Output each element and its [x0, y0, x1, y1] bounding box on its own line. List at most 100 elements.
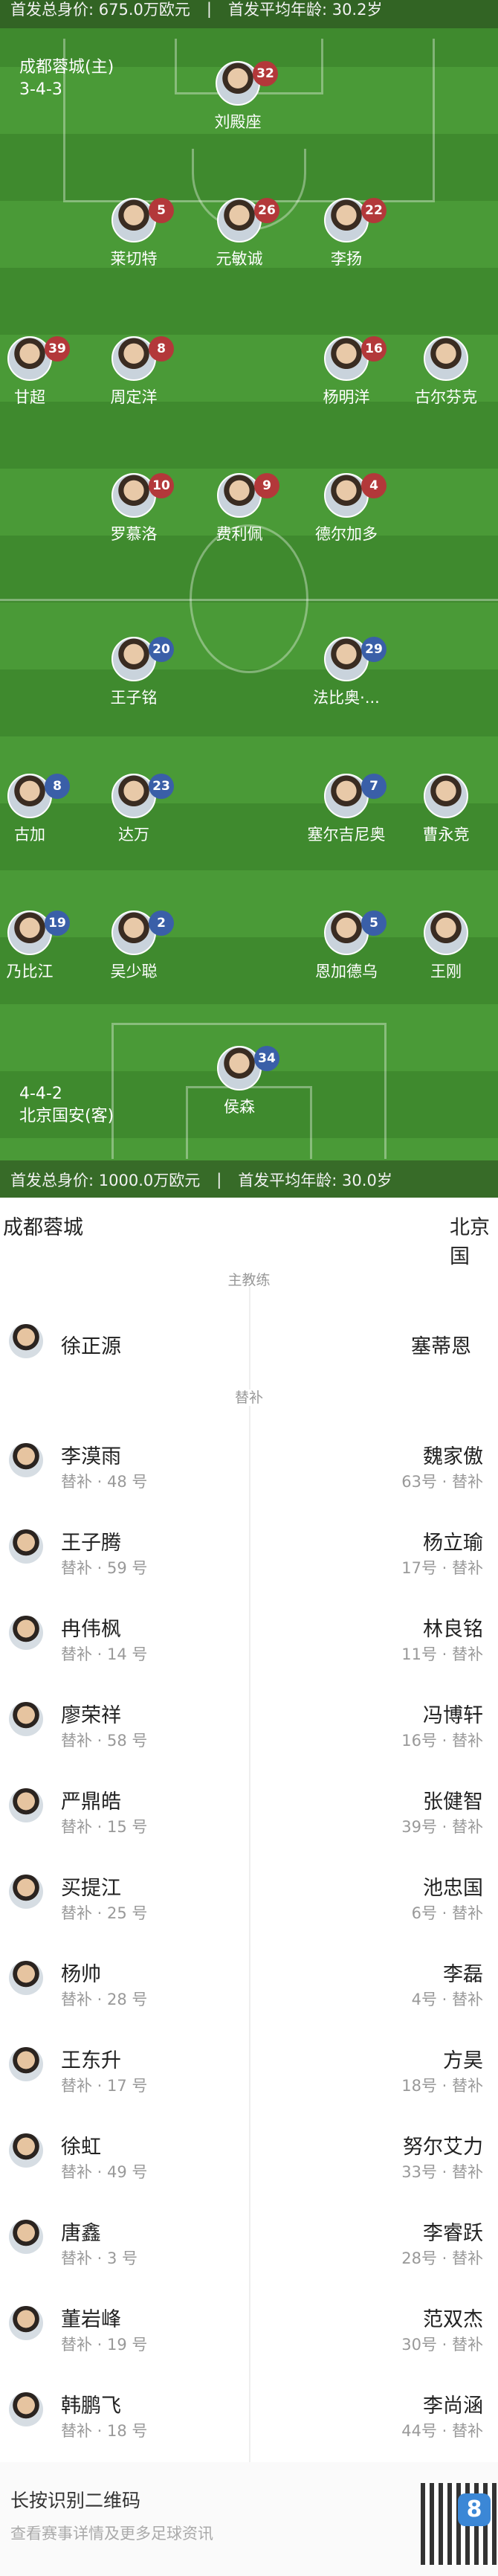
- away-sub-row[interactable]: 冯博轩 16号 · 替补: [249, 1695, 498, 1781]
- avatar: [9, 1324, 43, 1358]
- app-badge-icon: 8: [458, 2493, 491, 2526]
- shirt-number-badge: 20: [149, 637, 174, 662]
- sub-name: 杨立瑜: [423, 1532, 483, 1555]
- sub-info: 替补 · 48 号: [61, 1473, 148, 1491]
- away-team-tag: 4-4-2 北京国安(客): [19, 1083, 114, 1128]
- away-sub-row[interactable]: 李睿跃 28号 · 替补: [249, 2212, 498, 2299]
- sub-name: 方昊: [443, 2049, 483, 2072]
- home-sub-row[interactable]: 王东升替补 · 17 号: [0, 2040, 249, 2126]
- player-name: 莱切特: [110, 250, 158, 268]
- home-sub-row[interactable]: 严鼎皓 替补 · 15 号: [0, 1781, 249, 1867]
- avatar: [9, 1702, 43, 1736]
- sub-name: 李睿跃: [423, 2222, 483, 2245]
- subs-divider: 替补: [0, 1387, 498, 1407]
- player-name: 刘殿座: [214, 113, 262, 131]
- player-name: 法比奥·...: [313, 689, 380, 707]
- avatar: [424, 910, 468, 955]
- away-total-value: 首发总身价: 1000.0万欧元: [10, 1172, 201, 1189]
- sub-info: 替补 · 17 号: [61, 2077, 148, 2095]
- home-sub-row[interactable]: 唐鑫替补 · 3 号: [0, 2212, 249, 2299]
- player-name: 德尔加多: [315, 525, 378, 543]
- sub-info: 17号 · 替补: [401, 1559, 483, 1577]
- avatar: [9, 2133, 43, 2168]
- sub-info: 替补 · 49 号: [61, 2163, 148, 2181]
- home-total-value: 首发总身价: 675.0万欧元: [10, 1, 190, 19]
- away-sub-row[interactable]: 范双杰 30号 · 替补: [249, 2299, 498, 2385]
- sub-info: 替补 · 14 号: [61, 1645, 148, 1663]
- avatar: [9, 1529, 43, 1564]
- shirt-number-badge: 26: [254, 198, 279, 223]
- footer: 长按识别二维码 查看赛事详情及更多足球资讯 8: [0, 2462, 498, 2576]
- player-name: 周定洋: [110, 388, 158, 406]
- sub-name: 池忠国: [423, 1877, 483, 1900]
- sub-info: 替补 · 25 号: [61, 1904, 148, 1922]
- sub-info: 11号 · 替补: [401, 1645, 483, 1663]
- sub-info: 替补 · 15 号: [61, 1818, 148, 1836]
- shirt-number-badge: 23: [149, 774, 174, 799]
- away-sub-row[interactable]: 张健智 39号 · 替补: [249, 1781, 498, 1867]
- sub-info: 替补 · 3 号: [61, 2249, 138, 2267]
- sub-name: 李尚涵: [423, 2394, 483, 2418]
- player-name: 吴少聪: [110, 963, 158, 980]
- separator: |: [206, 0, 212, 18]
- avatar: [9, 2392, 43, 2426]
- shirt-number-badge: 19: [45, 910, 70, 936]
- home-sub-row[interactable]: 王子腾 替补 · 59 号: [0, 1522, 249, 1608]
- player-name: 达万: [118, 826, 149, 844]
- player-name: 王刚: [430, 963, 462, 980]
- sub-name: 买提江: [61, 1877, 121, 1900]
- sub-info: 39号 · 替补: [401, 1818, 483, 1836]
- shirt-number-badge: 8: [149, 336, 174, 362]
- home-sub-row[interactable]: 董岩峰 替补 · 19 号: [0, 2299, 249, 2385]
- center-circle: [190, 524, 308, 673]
- away-team-heading: 北京国: [450, 1216, 490, 1268]
- sub-name: 林良铭: [423, 1618, 483, 1641]
- sub-info: 替补 · 28 号: [61, 1991, 148, 2008]
- sub-info: 4号 · 替补: [411, 1991, 483, 2008]
- shirt-number-badge: 16: [361, 336, 387, 362]
- player-name: 侯森: [224, 1098, 255, 1116]
- shirt-number-badge: 9: [254, 473, 279, 498]
- away-sub-row[interactable]: 杨立瑜 17号 · 替补: [249, 1522, 498, 1608]
- avatar: [9, 1443, 43, 1477]
- separator: |: [216, 1171, 222, 1189]
- sub-info: 替补 · 59 号: [61, 1559, 148, 1577]
- sub-name: 唐鑫: [61, 2222, 101, 2245]
- player-name: 元敏诚: [216, 250, 263, 268]
- pitch: 首发总身价: 675.0万欧元 | 首发平均年龄: 30.2岁 成都蓉城(主) …: [0, 0, 498, 1198]
- home-sub-row[interactable]: 徐虹 替补 · 49 号: [0, 2126, 249, 2212]
- home-stat-bar: 首发总身价: 675.0万欧元 | 首发平均年龄: 30.2岁: [0, 0, 498, 28]
- home-sub-row[interactable]: 冉伟枫 替补 · 14 号: [0, 1608, 249, 1695]
- away-sub-row[interactable]: 方昊 18号 · 替补: [249, 2040, 498, 2126]
- avatar: [424, 336, 468, 381]
- home-sub-row[interactable]: 杨帅替补 · 28 号: [0, 1953, 249, 2040]
- home-sub-row[interactable]: 李漠雨 替补 · 48 号: [0, 1436, 249, 1522]
- away-sub-row[interactable]: 努尔艾力 33号 · 替补: [249, 2126, 498, 2212]
- away-sub-row[interactable]: 魏家傲 63号 · 替补: [249, 1436, 498, 1522]
- shirt-number-badge: 5: [149, 198, 174, 223]
- sub-info: 30号 · 替补: [401, 2336, 483, 2354]
- sub-name: 魏家傲: [423, 1445, 483, 1468]
- home-team-heading: 成都蓉城: [3, 1216, 83, 1239]
- sub-name: 王东升: [61, 2049, 121, 2072]
- home-sub-row[interactable]: 韩鹏飞 替补 · 18 号: [0, 2385, 249, 2471]
- shirt-number-badge: 8: [45, 774, 70, 799]
- away-sub-row[interactable]: 李磊 4号 · 替补: [249, 1953, 498, 2040]
- player-name: 李扬: [331, 250, 362, 268]
- shirt-number-badge: 34: [254, 1046, 279, 1071]
- sub-info: 44号 · 替补: [401, 2422, 483, 2440]
- sub-info: 18号 · 替补: [401, 2077, 483, 2095]
- sub-name: 董岩峰: [61, 2308, 121, 2331]
- avatar: [9, 1961, 43, 1995]
- away-sub-row[interactable]: 李尚涵 44号 · 替补: [249, 2385, 498, 2471]
- away-sub-row[interactable]: 林良铭 11号 · 替补: [249, 1608, 498, 1695]
- home-sub-row[interactable]: 廖荣祥 替补 · 58 号: [0, 1695, 249, 1781]
- sub-info: 63号 · 替补: [401, 1473, 483, 1491]
- avatar: [9, 1875, 43, 1909]
- sub-name: 杨帅: [61, 1963, 101, 1986]
- avatar: [9, 1788, 43, 1822]
- home-team-tag: 成都蓉城(主) 3-4-3: [19, 57, 114, 101]
- away-avg-age: 首发平均年龄: 30.0岁: [238, 1172, 392, 1189]
- home-sub-row[interactable]: 买提江替补 · 25 号: [0, 1867, 249, 1953]
- away-sub-row[interactable]: 池忠国 6号 · 替补: [249, 1867, 498, 1953]
